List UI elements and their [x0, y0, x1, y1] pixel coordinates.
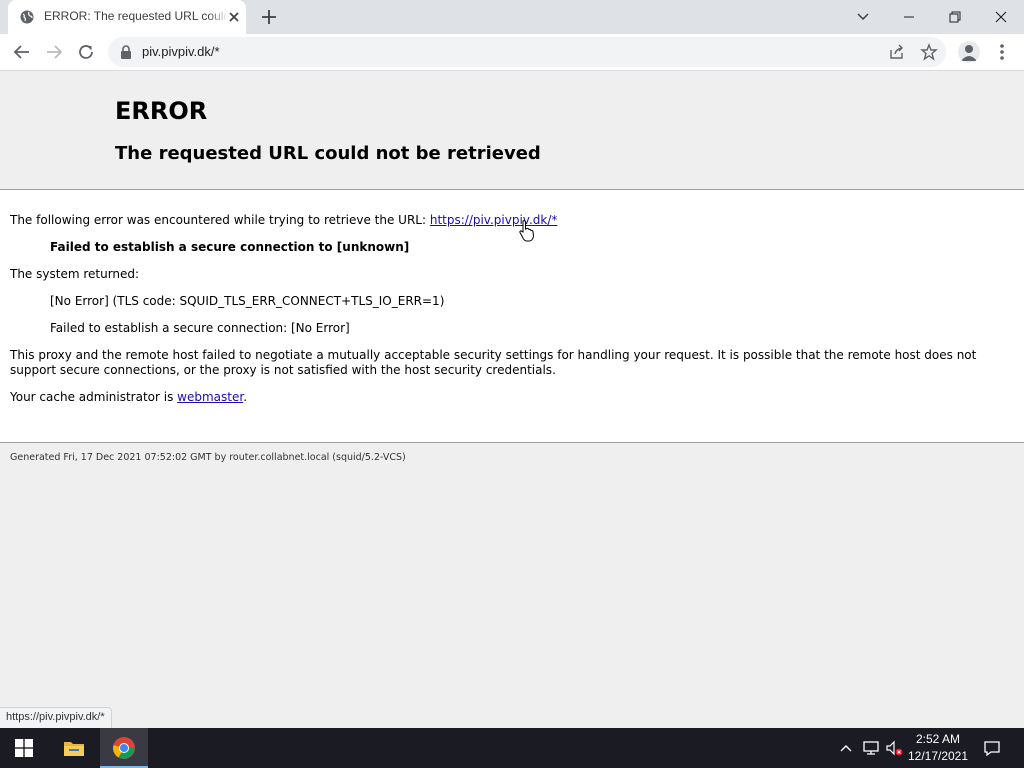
- forward-arrow-icon: [47, 45, 63, 59]
- volume-muted-icon[interactable]: [884, 738, 904, 758]
- system-clock[interactable]: 2:52 AM 12/17/2021: [906, 731, 970, 765]
- close-window-button[interactable]: [978, 0, 1024, 34]
- admin-paragraph: Your cache administrator is webmaster.: [10, 390, 247, 405]
- system-returned-label: The system returned:: [10, 267, 140, 281]
- tab-search-button[interactable]: [840, 0, 886, 34]
- notifications-icon[interactable]: [982, 738, 1002, 758]
- error-body: The following error was encountered whil…: [0, 190, 1024, 443]
- network-icon[interactable]: [861, 738, 881, 758]
- admin-suffix: .: [243, 390, 248, 404]
- clock-date: 12/17/2021: [907, 749, 969, 763]
- back-button[interactable]: [10, 40, 34, 64]
- requested-url-link[interactable]: https://piv.pivpiv.dk/*: [430, 213, 558, 227]
- globe-icon: [20, 10, 34, 24]
- close-icon: [995, 11, 1007, 23]
- profile-avatar[interactable]: [958, 41, 980, 63]
- status-bar-url: https://piv.pivpiv.dk/*: [0, 707, 112, 728]
- chrome-taskbar-icon-wrap[interactable]: [100, 728, 148, 768]
- tab-title-fade: [208, 4, 228, 30]
- page-content: ERROR The requested URL could not be ret…: [0, 71, 1024, 728]
- bookmark-star-icon[interactable]: [920, 43, 938, 61]
- intro-paragraph: The following error was encountered whil…: [10, 213, 557, 228]
- tls-code-text: [No Error] (TLS code: SQUID_TLS_ERR_CONN…: [50, 294, 445, 308]
- error-header: ERROR The requested URL could not be ret…: [0, 71, 1024, 190]
- lock-icon[interactable]: [120, 45, 132, 59]
- forward-button[interactable]: [42, 40, 66, 64]
- reload-icon: [79, 45, 93, 59]
- new-tab-icon[interactable]: [259, 7, 279, 27]
- address-bar[interactable]: piv.pivpiv.dk/*: [108, 37, 946, 67]
- browser-toolbar: piv.pivpiv.dk/*: [0, 34, 1024, 71]
- intro-text: The following error was encountered whil…: [10, 213, 430, 227]
- url-text[interactable]: piv.pivpiv.dk/*: [142, 44, 220, 59]
- page-title: ERROR: [115, 97, 208, 125]
- windows-logo-icon: [15, 739, 33, 757]
- folder-icon: [64, 742, 84, 756]
- page-footer: Generated Fri, 17 Dec 2021 07:52:02 GMT …: [10, 452, 406, 463]
- error-title: Failed to establish a secure connection …: [50, 240, 410, 254]
- tab-strip: ERROR: The requested URL could not be re…: [0, 0, 1024, 34]
- chevron-down-icon: [857, 13, 869, 21]
- admin-prefix: Your cache administrator is: [10, 390, 178, 404]
- back-arrow-icon: [13, 45, 29, 59]
- webmaster-link[interactable]: webmaster: [177, 390, 243, 404]
- close-tab-icon[interactable]: [226, 9, 242, 25]
- reload-button[interactable]: [74, 40, 98, 64]
- explanation-paragraph: This proxy and the remote host failed to…: [10, 348, 977, 377]
- restore-icon: [949, 11, 961, 23]
- restore-button[interactable]: [932, 0, 978, 34]
- clock-time: 2:52 AM: [915, 732, 961, 746]
- minimize-button[interactable]: [886, 0, 932, 34]
- taskbar: 2:52 AM 12/17/2021: [0, 728, 1024, 768]
- chrome-icon: [113, 737, 135, 759]
- file-explorer-button[interactable]: [50, 728, 98, 768]
- more-menu-icon[interactable]: [994, 42, 1010, 62]
- hand-cursor-icon: [519, 220, 535, 242]
- start-button[interactable]: [0, 728, 48, 768]
- tab-title: ERROR: The requested URL could not be re…: [44, 9, 226, 23]
- person-icon: [961, 45, 977, 61]
- show-hidden-icons-icon[interactable]: [836, 738, 856, 758]
- share-icon[interactable]: [888, 43, 906, 61]
- secure-connection-text: Failed to establish a secure connection:…: [50, 321, 350, 335]
- minimize-icon: [904, 16, 914, 18]
- browser-tab[interactable]: ERROR: The requested URL could not be re…: [8, 0, 246, 34]
- page-subtitle: The requested URL could not be retrieved: [115, 143, 541, 164]
